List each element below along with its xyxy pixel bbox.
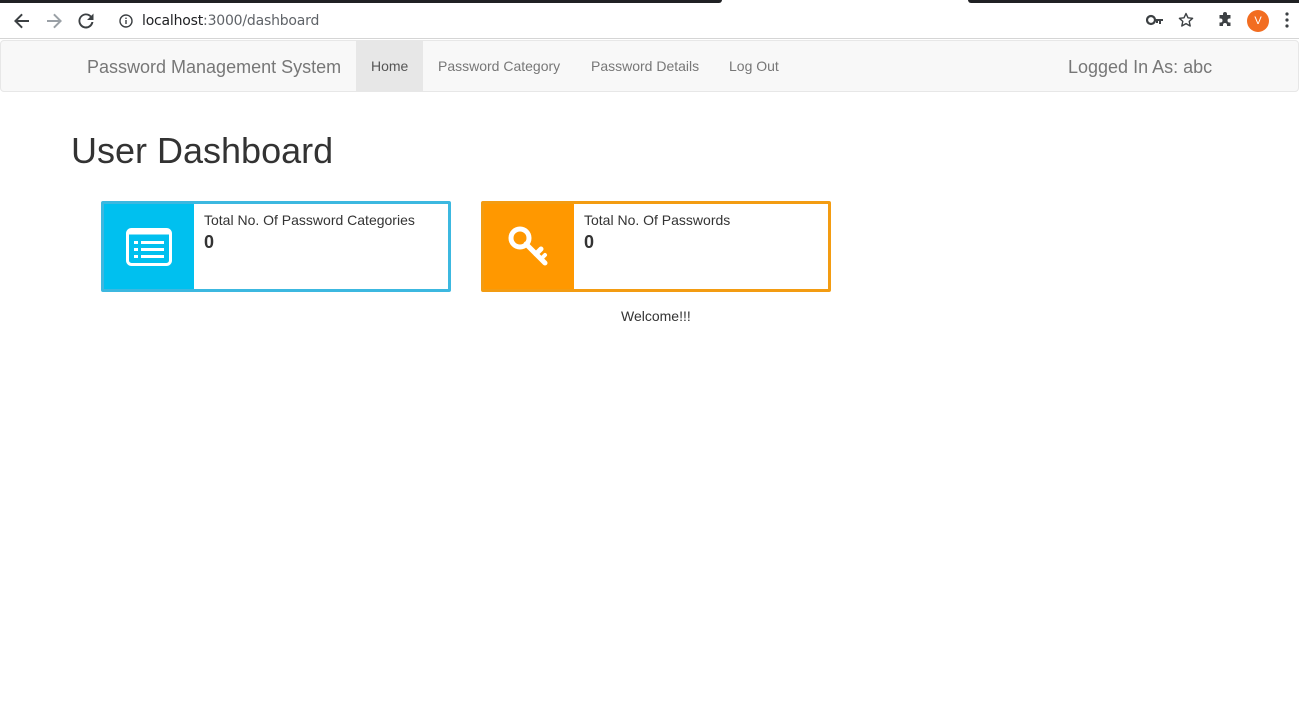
browser-menu-icon[interactable] <box>1285 12 1289 33</box>
reload-icon <box>78 13 94 29</box>
navbar-brand[interactable]: Password Management System <box>87 57 341 78</box>
browser-toolbar: localhost:3000/dashboard V <box>0 3 1299 39</box>
reload-button[interactable] <box>74 9 98 33</box>
password-count-label: Total No. Of Passwords <box>584 212 731 228</box>
password-key-icon[interactable] <box>1145 13 1164 32</box>
category-count-value: 0 <box>204 232 215 252</box>
category-icon-area <box>104 204 194 289</box>
back-button[interactable] <box>10 9 34 33</box>
nav-item-log-out[interactable]: Log Out <box>714 41 794 91</box>
nav-item-home[interactable]: Home <box>356 41 424 91</box>
password-count-box: Total No. Of Passwords 0 <box>481 201 831 292</box>
forward-button[interactable] <box>42 9 66 33</box>
bookmark-star-icon[interactable] <box>1178 12 1194 33</box>
profile-avatar[interactable]: V <box>1247 10 1269 32</box>
password-icon-area <box>484 204 574 289</box>
url-host: localhost <box>142 13 204 29</box>
back-arrow-icon <box>14 13 29 29</box>
url-text[interactable]: localhost:3000/dashboard <box>142 13 319 29</box>
url-path: :3000/dashboard <box>203 13 320 29</box>
logged-in-user: Logged In As: abc <box>1068 57 1213 77</box>
nav-item-password-details[interactable]: Password Details <box>576 41 714 91</box>
password-count-value: 0 <box>584 232 595 252</box>
welcome-message: Welcome!!! <box>621 308 691 324</box>
key-icon <box>508 226 548 265</box>
category-count-label: Total No. Of Password Categories <box>204 212 415 228</box>
nav-item-password-category[interactable]: Password Category <box>423 41 575 91</box>
forward-arrow-icon <box>47 13 62 29</box>
page-title: User Dashboard <box>71 130 334 171</box>
info-icon[interactable] <box>119 14 133 33</box>
app-navbar: Password Management System Home Password… <box>0 40 1299 92</box>
category-count-box: Total No. Of Password Categories 0 <box>101 201 451 292</box>
list-icon <box>126 227 172 266</box>
extensions-puzzle-icon[interactable] <box>1217 12 1234 34</box>
